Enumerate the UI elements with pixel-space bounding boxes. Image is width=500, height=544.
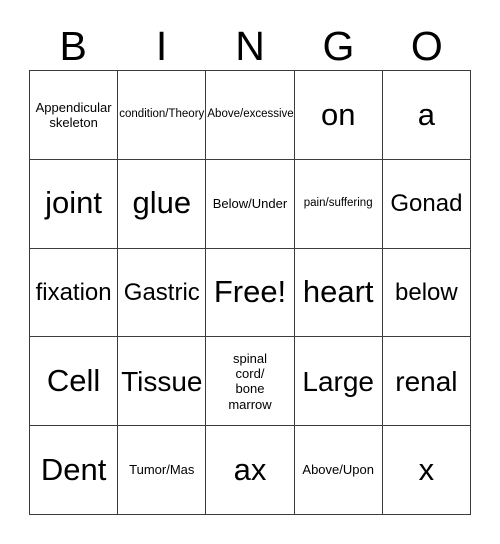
bingo-cell-label: condition/Theory <box>119 108 205 120</box>
bingo-header-row: B I N G O <box>29 22 471 70</box>
bingo-cell-label: a <box>417 96 436 132</box>
bingo-card: B I N G O Appendicular skeleton conditio… <box>0 0 500 544</box>
bingo-cell-r1c3[interactable]: Above/excessive <box>206 71 295 160</box>
bingo-cell-r3c2[interactable]: Gastric <box>118 248 207 338</box>
bingo-cell-label: on <box>320 96 356 132</box>
bingo-cell-r5c2[interactable]: Tumor/Mas <box>118 426 207 515</box>
bingo-cell-r4c5[interactable]: renal <box>382 337 471 427</box>
bingo-cell-r4c4[interactable]: Large <box>294 337 383 427</box>
bingo-cell-label: joint <box>45 185 103 221</box>
bingo-cell-r5c3[interactable]: ax <box>206 426 295 515</box>
bingo-cell-r3c5[interactable]: below <box>382 248 471 338</box>
bingo-cell-r1c1[interactable]: Appendicular skeleton <box>30 71 119 160</box>
bingo-cell-r5c1[interactable]: Dent <box>30 426 119 515</box>
bingo-cell-r2c1[interactable]: joint <box>30 159 119 249</box>
bingo-cell-label: pain/suffering <box>303 196 373 209</box>
bingo-cell-label: Above/excessive <box>207 108 294 120</box>
bingo-header-letter-o: O <box>410 22 443 69</box>
bingo-header-letter-n: N <box>235 22 265 69</box>
bingo-cell-r2c4[interactable]: pain/suffering <box>294 159 383 249</box>
bingo-cell-r5c5[interactable]: x <box>382 426 471 515</box>
bingo-cell-label: Appendicular skeleton <box>35 99 112 130</box>
bingo-cell-label: Gonad <box>390 189 463 217</box>
bingo-cell-label: spinal cord/ bone marrow <box>228 350 272 412</box>
bingo-cell-label: Below/Under <box>212 196 288 212</box>
bingo-cell-label: Gastric <box>123 278 200 306</box>
bingo-cell-r1c5[interactable]: a <box>382 71 471 160</box>
bingo-cell-label: Tumor/Mas <box>129 462 195 478</box>
bingo-cell-label: x <box>418 451 435 487</box>
bingo-cell-r4c3[interactable]: spinal cord/ bone marrow <box>206 337 295 427</box>
bingo-cell-label: Above/Upon <box>302 462 374 478</box>
bingo-cell-r4c1[interactable]: Cell <box>30 337 119 427</box>
bingo-cell-label: Dent <box>40 451 107 487</box>
bingo-cell-r4c2[interactable]: Tissue <box>118 337 207 427</box>
bingo-cell-label: below <box>395 278 458 306</box>
bingo-cell-r1c4[interactable]: on <box>294 71 383 160</box>
bingo-cell-label: fixation <box>35 278 112 306</box>
bingo-cell-r2c3[interactable]: Below/Under <box>206 159 295 249</box>
bingo-cell-r1c2[interactable]: condition/Theory <box>118 71 207 160</box>
bingo-cell-r2c2[interactable]: glue <box>118 159 207 249</box>
bingo-free-space-label: Free! <box>213 274 287 310</box>
bingo-cell-label: ax <box>233 451 267 487</box>
bingo-cell-r3c1[interactable]: fixation <box>30 248 119 338</box>
bingo-cell-label: Cell <box>46 363 101 399</box>
bingo-grid: Appendicular skeleton condition/Theory A… <box>29 70 471 515</box>
bingo-cell-r3c4[interactable]: heart <box>294 248 383 338</box>
bingo-cell-label: Tissue <box>121 365 203 397</box>
bingo-header-letter-b: B <box>59 22 87 69</box>
bingo-cell-label: renal <box>395 365 458 397</box>
bingo-header-letter-i: I <box>155 22 168 69</box>
bingo-cell-label: glue <box>132 185 192 221</box>
bingo-cell-r5c4[interactable]: Above/Upon <box>294 426 383 515</box>
bingo-cell-label: heart <box>302 274 374 310</box>
bingo-cell-free-space[interactable]: Free! <box>206 248 295 338</box>
bingo-cell-r2c5[interactable]: Gonad <box>382 159 471 249</box>
bingo-header-letter-g: G <box>322 22 355 69</box>
bingo-cell-label: Large <box>302 365 374 397</box>
